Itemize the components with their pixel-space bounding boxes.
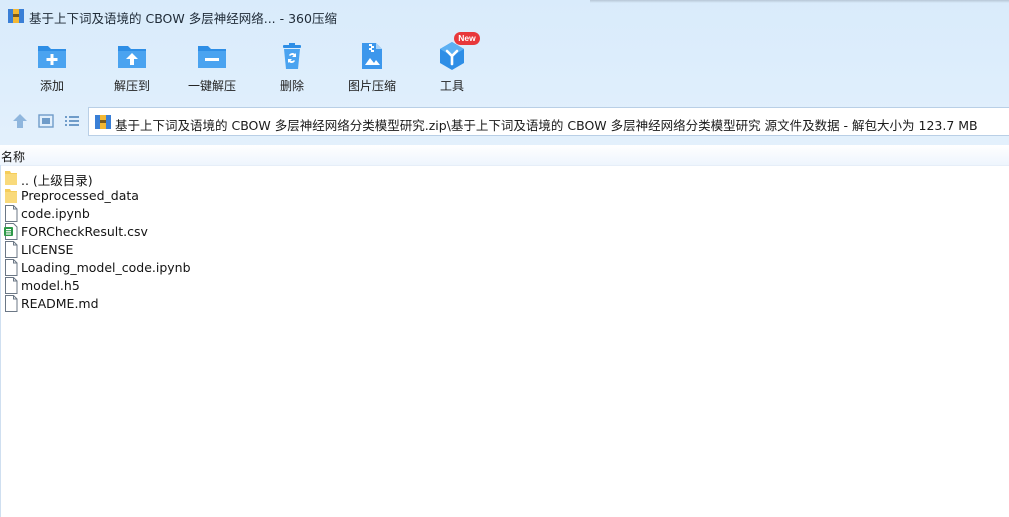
list-item[interactable]: model.h5 [2,277,602,295]
list-item[interactable]: Loading_model_code.ipynb [2,259,602,277]
extract-to-button[interactable]: 解压到 [92,34,172,98]
archive-file-icon [95,115,111,129]
list-item[interactable]: code.ipynb [2,205,602,223]
new-badge: New [454,32,480,45]
top-chrome: 基于上下词及语境的 CBOW 多层神经网络... - 360压缩 添加 解压到 … [0,0,1009,145]
document-icon [5,259,18,276]
list-item-parent-dir[interactable]: .. (上级目录) [2,169,602,188]
add-folder-icon [38,46,66,68]
list-item[interactable]: Preprocessed_data [2,187,602,205]
list-view-icon[interactable] [63,112,81,130]
tools-button[interactable]: 工具 [412,34,492,98]
app-window: 基于上下词及语境的 CBOW 多层神经网络... - 360压缩 添加 解压到 … [0,0,1009,517]
navigation-bar: 基于上下词及语境的 CBOW 多层神经网络分类模型研究.zip\基于上下词及语境… [0,106,1009,136]
folder-icon [5,171,17,185]
list-item[interactable]: LICENSE [2,241,602,259]
extract-to-folder-icon [118,46,146,68]
list-item[interactable]: README.md [2,295,602,313]
image-compress-label: 图片压缩 [347,79,396,93]
column-name-header[interactable]: 名称 [1,148,25,165]
address-path: 基于上下词及语境的 CBOW 多层神经网络分类模型研究.zip\基于上下词及语境… [115,118,978,133]
document-icon [5,241,18,258]
file-name: model.h5 [21,278,80,293]
file-name: README.md [21,296,99,311]
file-name: FORCheckResult.csv [21,224,148,239]
up-arrow-icon[interactable] [11,112,29,130]
column-header[interactable]: 名称 [0,145,1009,166]
one-click-extract-folder-icon [198,46,226,68]
document-icon [5,277,18,294]
toolbar: 添加 解压到 一键解压 删除 图片压缩 工具 [0,34,1009,100]
extract-to-label: 解压到 [113,79,150,93]
image-compress-button[interactable]: 图片压缩 [332,34,412,98]
archive-app-icon [8,9,24,23]
file-list-panel: 名称 .. (上级目录) Preprocessed_data code.ipyn… [0,145,1009,517]
document-icon [5,205,18,222]
list-item[interactable]: FORCheckResult.csv [2,223,602,241]
add-label: 添加 [39,79,64,93]
overlay-shadow-edge [590,0,1009,3]
folder-icon [5,189,17,203]
csv-file-icon [4,223,18,240]
panel-left-edge [0,165,1,517]
one-click-extract-label: 一键解压 [187,79,236,93]
window-title: 基于上下词及语境的 CBOW 多层神经网络... - 360压缩 [29,11,337,26]
address-bar[interactable]: 基于上下词及语境的 CBOW 多层神经网络分类模型研究.zip\基于上下词及语境… [88,107,1009,136]
file-name: LICENSE [21,242,74,257]
view-mode-icon[interactable] [37,112,55,130]
delete-label: 删除 [279,79,304,93]
recycle-bin-icon [283,43,301,69]
tools-label: 工具 [439,79,464,93]
file-name: code.ipynb [21,206,90,221]
one-click-extract-button[interactable]: 一键解压 [172,34,252,98]
file-name: Loading_model_code.ipynb [21,260,191,275]
image-compress-icon [362,43,382,69]
title-bar[interactable]: 基于上下词及语境的 CBOW 多层神经网络... - 360压缩 [0,0,1009,32]
file-name: Preprocessed_data [21,188,139,203]
delete-button[interactable]: 删除 [252,34,332,98]
document-icon [5,295,18,312]
add-button[interactable]: 添加 [12,34,92,98]
